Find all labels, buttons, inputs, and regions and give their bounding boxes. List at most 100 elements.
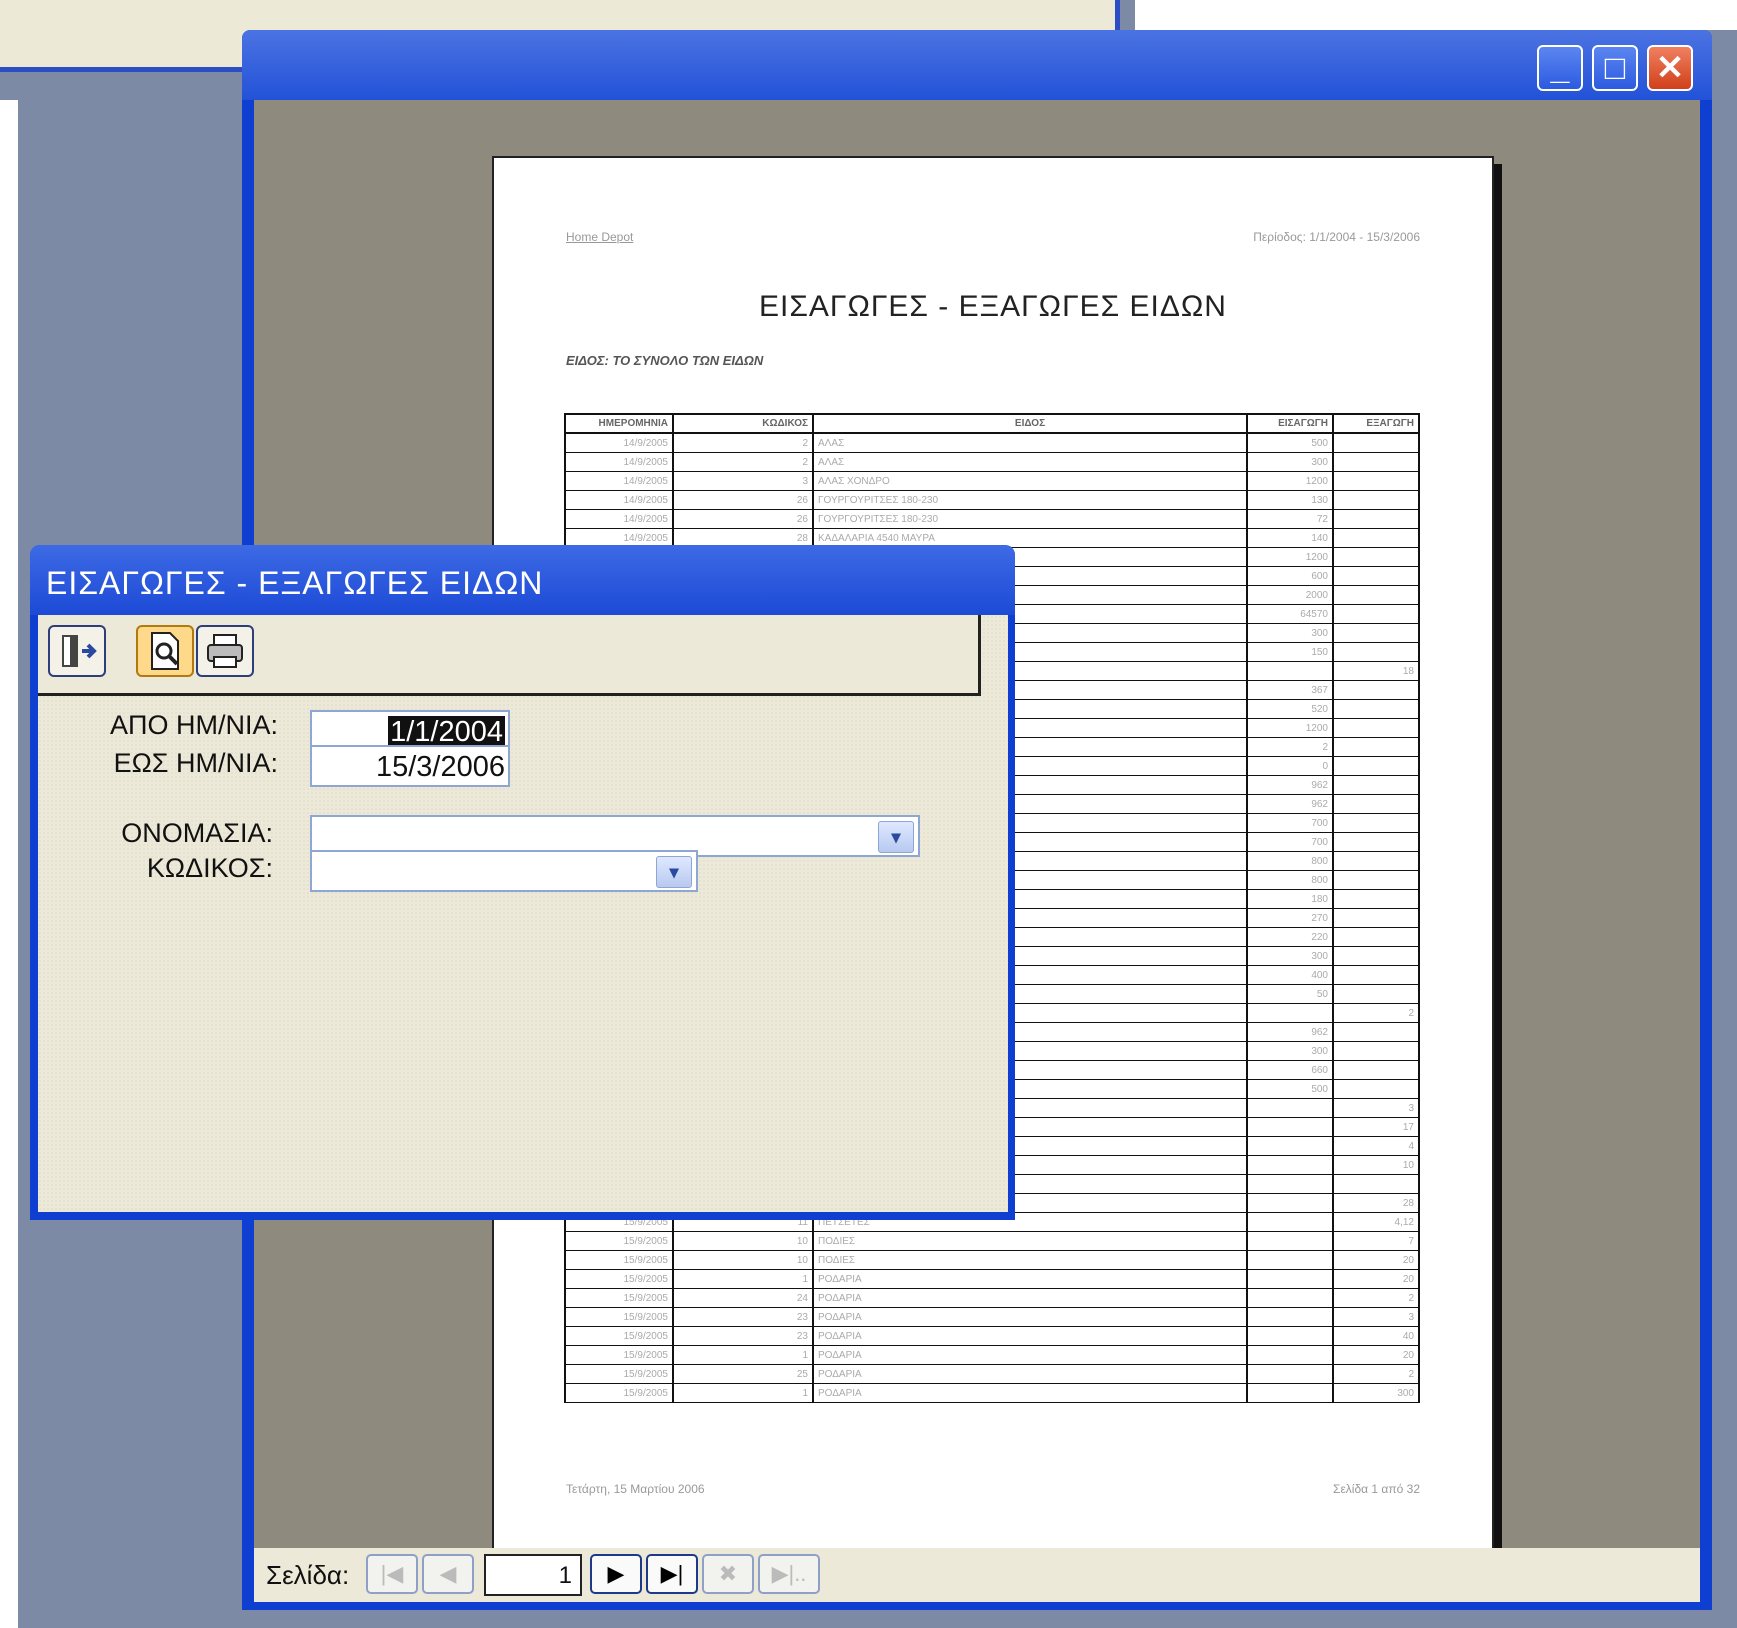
cell-code: 23 <box>672 1326 814 1346</box>
cell-import: 50 <box>1246 984 1334 1004</box>
cell-export: 4,12 <box>1332 1212 1420 1232</box>
cell-code: 26 <box>672 490 814 510</box>
chevron-down-icon[interactable]: ▾ <box>878 821 914 853</box>
cell-import: 500 <box>1246 1079 1334 1099</box>
cell-export <box>1332 471 1420 491</box>
print-preview-button[interactable] <box>136 625 194 677</box>
cell-date: 14/9/2005 <box>564 452 674 472</box>
cell-code: 1 <box>672 1383 814 1403</box>
cell-import: 130 <box>1246 490 1334 510</box>
page-number-input[interactable]: 1 <box>484 1554 582 1596</box>
cell-export <box>1332 813 1420 833</box>
cell-import: 400 <box>1246 965 1334 985</box>
cell-import <box>1246 1307 1334 1327</box>
first-page-button[interactable]: |◀ <box>366 1554 418 1594</box>
cell-date: 15/9/2005 <box>564 1250 674 1270</box>
cell-date: 15/9/2005 <box>564 1307 674 1327</box>
previous-page-button[interactable]: ◀ <box>422 1554 474 1594</box>
maximize-button[interactable]: □ <box>1592 45 1638 91</box>
cell-import: 140 <box>1246 528 1334 548</box>
cell-import <box>1246 1364 1334 1384</box>
cell-import <box>1246 1231 1334 1251</box>
cell-import: 367 <box>1246 680 1334 700</box>
cell-date: 15/9/2005 <box>564 1383 674 1403</box>
cell-export: 2 <box>1332 1288 1420 1308</box>
from-date-label: ΑΠΟ ΗΜ/ΝΙΑ: <box>109 710 278 740</box>
cell-import <box>1246 1250 1334 1270</box>
cell-import <box>1246 1003 1334 1023</box>
cell-import: 600 <box>1246 566 1334 586</box>
cell-code: 24 <box>672 1288 814 1308</box>
cell-import: 0 <box>1246 756 1334 776</box>
column-header-import: ΕΙΣΑΓΩΓΗ <box>1246 413 1334 434</box>
next-page-button[interactable]: ▶ <box>590 1554 642 1594</box>
dialog-title-bar[interactable]: ΕΙΣΑΓΩΓΕΣ - ΕΞΑΓΩΓΕΣ ΕΙΔΩΝ <box>30 545 1015 615</box>
cell-import <box>1246 1288 1334 1308</box>
last-page-icon: ▶| <box>660 1561 684 1586</box>
cell-item: ΡΟΔΑΡΙΑ <box>812 1383 1248 1403</box>
cell-export <box>1332 984 1420 1004</box>
print-button[interactable] <box>196 625 254 677</box>
cell-export <box>1332 832 1420 852</box>
preview-title-bar[interactable] <box>242 30 1712 100</box>
table-row: 14/9/2005 2 ΑΛΑΣ 500 <box>564 433 1420 453</box>
cell-export: 3 <box>1332 1307 1420 1327</box>
cell-import: 962 <box>1246 794 1334 814</box>
dialog-toolbar <box>38 615 981 696</box>
cell-item: ΠΟΔΙΕΣ <box>812 1231 1248 1251</box>
cell-code: 10 <box>672 1231 814 1251</box>
cell-code: 10 <box>672 1250 814 1270</box>
cell-import <box>1246 1117 1334 1137</box>
cell-export <box>1332 566 1420 586</box>
cell-export <box>1332 452 1420 472</box>
cell-import <box>1246 1174 1334 1194</box>
table-row: 15/9/2005 23 ΡΟΔΑΡΙΑ 3 <box>564 1307 1420 1327</box>
cell-import: 800 <box>1246 870 1334 890</box>
cell-import: 270 <box>1246 908 1334 928</box>
code-label: ΚΩΔΙΚΟΣ: <box>146 853 273 883</box>
cell-code: 23 <box>672 1307 814 1327</box>
new-record-button[interactable]: ▶|.. <box>758 1554 820 1594</box>
exit-button[interactable] <box>48 625 106 677</box>
cell-export <box>1332 623 1420 643</box>
cell-export: 3 <box>1332 1098 1420 1118</box>
table-row: 15/9/2005 1 ΡΟΔΑΡΙΑ 300 <box>564 1383 1420 1403</box>
last-page-button[interactable]: ▶| <box>646 1554 698 1594</box>
minimize-button[interactable]: _ <box>1537 45 1583 91</box>
new-record-icon: ▶|.. <box>771 1561 807 1586</box>
cell-export: 300 <box>1332 1383 1420 1403</box>
cell-export <box>1332 870 1420 890</box>
cell-export: 28 <box>1332 1193 1420 1213</box>
cell-export <box>1332 908 1420 928</box>
chevron-down-icon[interactable]: ▾ <box>656 856 692 888</box>
close-button[interactable]: ✕ <box>1647 45 1693 91</box>
to-date-label: ΕΩΣ ΗΜ/ΝΙΑ: <box>113 748 278 778</box>
cell-item: ΡΟΔΑΡΙΑ <box>812 1364 1248 1384</box>
cell-import <box>1246 1212 1334 1232</box>
background-window-edge <box>0 100 18 1628</box>
cell-date: 15/9/2005 <box>564 1231 674 1251</box>
table-row: 15/9/2005 24 ΡΟΔΑΡΙΑ 2 <box>564 1288 1420 1308</box>
cell-item: ΡΟΔΑΡΙΑ <box>812 1288 1248 1308</box>
cell-import: 300 <box>1246 623 1334 643</box>
cell-import: 962 <box>1246 1022 1334 1042</box>
report-print-date: Τετάρτη, 15 Μαρτίου 2006 <box>566 1482 705 1496</box>
stop-button[interactable]: ✖ <box>702 1554 754 1594</box>
cell-import: 1200 <box>1246 547 1334 567</box>
close-icon: ✕ <box>1655 49 1685 87</box>
cell-import: 220 <box>1246 927 1334 947</box>
cell-export <box>1332 433 1420 453</box>
cell-export <box>1332 775 1420 795</box>
code-combobox[interactable]: ▾ <box>310 850 698 892</box>
cell-import: 150 <box>1246 642 1334 662</box>
cell-import: 700 <box>1246 832 1334 852</box>
cell-item: ΓΟΥΡΓΟΥΡΙΤΣΕΣ 180-230 <box>812 490 1248 510</box>
cell-import <box>1246 1098 1334 1118</box>
table-row: 15/9/2005 23 ΡΟΔΑΡΙΑ 40 <box>564 1326 1420 1346</box>
cell-import <box>1246 1345 1334 1365</box>
table-row: 14/9/2005 26 ΓΟΥΡΓΟΥΡΙΤΣΕΣ 180-230 130 <box>564 490 1420 510</box>
cell-import: 500 <box>1246 433 1334 453</box>
cell-export <box>1332 642 1420 662</box>
cell-item: ΑΛΑΣ <box>812 452 1248 472</box>
to-date-input[interactable]: 15/3/2006 <box>310 745 510 787</box>
